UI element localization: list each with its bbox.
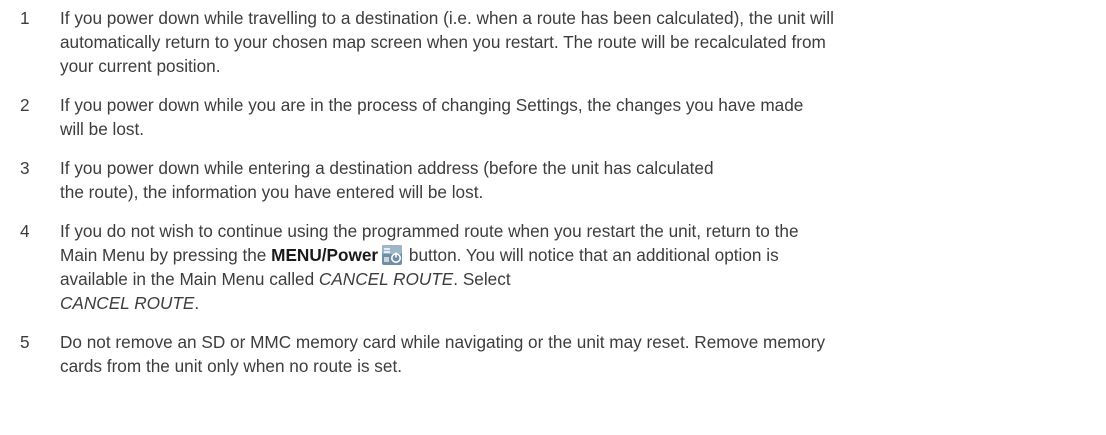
- instruction-list: 1 If you power down while travelling to …: [0, 0, 1106, 435]
- item-line: the route), the information you have ent…: [60, 182, 484, 202]
- item-number: 3: [20, 158, 30, 178]
- item-line: your current position.: [60, 56, 221, 76]
- item-number: 5: [20, 332, 30, 352]
- list-item: 3 If you power down while entering a des…: [0, 156, 1106, 204]
- menu-power-label: MENU/Power: [271, 245, 379, 265]
- item-line-fragment: . Select: [453, 269, 511, 289]
- item-line-fragment: available in the Main Menu called: [60, 269, 319, 289]
- item-line: If you power down while you are in the p…: [60, 95, 804, 115]
- item-number: 2: [20, 95, 30, 115]
- item-text: If you power down while you are in the p…: [60, 93, 1098, 141]
- item-text: If you do not wish to continue using the…: [60, 219, 1098, 315]
- item-line: If you power down while entering a desti…: [60, 158, 714, 178]
- item-text: If you power down while entering a desti…: [60, 156, 1098, 204]
- menu-power-icon: [382, 245, 403, 265]
- list-item: 2 If you power down while you are in the…: [0, 93, 1106, 141]
- item-line-fragment: button. You will notice that an addition…: [404, 245, 779, 265]
- cancel-route-label: CANCEL ROUTE: [60, 293, 195, 313]
- item-number: 4: [20, 221, 30, 241]
- item-line: cards from the unit only when no route i…: [60, 356, 403, 376]
- item-line-fragment: .: [194, 293, 200, 313]
- list-item: 1 If you power down while travelling to …: [0, 6, 1106, 78]
- item-line: will be lost.: [60, 119, 145, 139]
- cancel-route-label: CANCEL ROUTE: [318, 269, 454, 289]
- item-number: 1: [20, 8, 30, 28]
- item-text: If you power down while travelling to a …: [60, 6, 1098, 78]
- list-item: 5 Do not remove an SD or MMC memory card…: [0, 330, 1106, 378]
- item-line: Do not remove an SD or MMC memory card w…: [60, 332, 826, 352]
- item-line-fragment: Main Menu by pressing the: [60, 245, 272, 265]
- list-item: 4 If you do not wish to continue using t…: [0, 219, 1106, 315]
- item-line: automatically return to your chosen map …: [60, 32, 826, 52]
- item-text: Do not remove an SD or MMC memory card w…: [60, 330, 1098, 378]
- item-line: If you do not wish to continue using the…: [60, 221, 799, 241]
- item-line: If you power down while travelling to a …: [60, 8, 834, 28]
